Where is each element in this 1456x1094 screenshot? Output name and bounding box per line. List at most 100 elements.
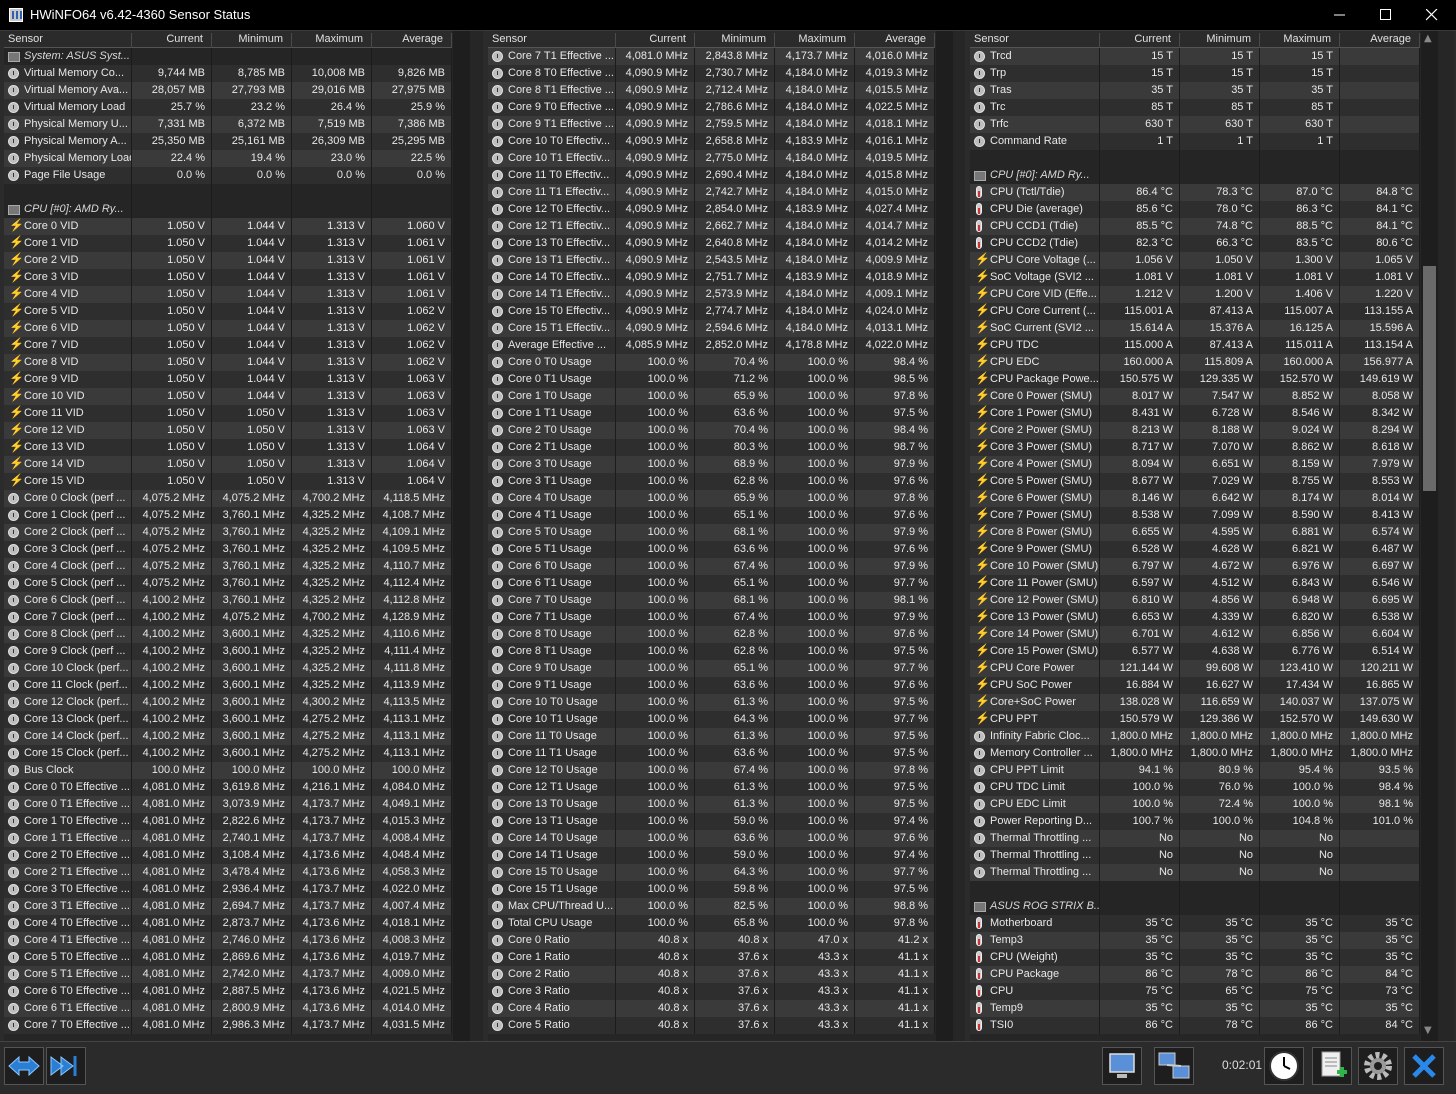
sensor-row[interactable]: Core 11 T0 Effectiv... 4,090.9 MHz 2,690.4…: [488, 167, 935, 184]
sensor-row[interactable]: Core 15 Clock (perf... 4,100.2 MHz 3,600.1…: [4, 745, 452, 762]
sensor-row[interactable]: Core 2 T0 Usage 100.0 % 70.4 % 100.0 % 98.4 …: [488, 422, 935, 439]
sensor-row[interactable]: CPU SoC Power 16.884 W 16.627 W 17.434 W 16.…: [970, 677, 1420, 694]
sensor-row[interactable]: Core 9 T1 Usage 100.0 % 63.6 % 100.0 % 97.6 …: [488, 677, 935, 694]
sensor-row[interactable]: Core 3 Clock (perf ... 4,075.2 MHz 3,760.1…: [4, 541, 452, 558]
sensor-row[interactable]: Thermal Throttling ... No No No: [970, 830, 1420, 847]
sensor-row[interactable]: Core 9 T0 Effective ... 4,090.9 MHz 2,786.…: [488, 99, 935, 116]
sensor-row[interactable]: Thermal Throttling ... No No No: [970, 847, 1420, 864]
sensor-row[interactable]: Core 8 Power (SMU) 6.655 W 4.595 W 6.881 W6…: [970, 524, 1420, 541]
sensor-row[interactable]: Core 4 T1 Usage 100.0 % 65.1 % 100.0 % 97.6 …: [488, 507, 935, 524]
sensor-row[interactable]: Core 4 VID 1.050 V 1.044 V 1.313 V 1.061 V ⚡: [4, 286, 452, 303]
column-header-sensor[interactable]: Sensor: [970, 33, 1100, 48]
sensor-row[interactable]: Core 5 Power (SMU) 8.677 W 7.029 W 8.755 W8…: [970, 473, 1420, 490]
sensor-row[interactable]: Core 14 Clock (perf... 4,100.2 MHz 3,600.1…: [4, 728, 452, 745]
sensor-row[interactable]: Core 1 T1 Effective ... 4,081.0 MHz 2,740.…: [4, 830, 452, 847]
sensor-row[interactable]: Core 5 Clock (perf ... 4,075.2 MHz 3,760.1…: [4, 575, 452, 592]
sensor-row[interactable]: Core 3 T1 Usage 100.0 % 62.8 % 100.0 % 97.6 …: [488, 473, 935, 490]
sensor-row[interactable]: CPU Die (average) 85.6 °C 78.0 °C 86.3 °C 84…: [970, 201, 1420, 218]
sensor-row[interactable]: Page File Usage 0.0 % 0.0 % 0.0 % 0.0 %: [4, 167, 452, 184]
sensor-row[interactable]: Core 4 T1 Effective ... 4,081.0 MHz 2,746.…: [4, 932, 452, 949]
sensor-row[interactable]: Core 8 T1 Usage 100.0 % 62.8 % 100.0 % 97.5 …: [488, 643, 935, 660]
sensor-row[interactable]: Core 11 T0 Usage 100.0 % 61.3 % 100.0 % 97.5…: [488, 728, 935, 745]
sensor-row[interactable]: Core 5 T1 Usage 100.0 % 63.6 % 100.0 % 97.6 …: [488, 541, 935, 558]
sensor-row[interactable]: Core 2 Ratio 40.8 x 37.6 x 43.3 x 41.1 x: [488, 966, 935, 983]
logging-button[interactable]: [1312, 1047, 1352, 1085]
sensor-row[interactable]: Virtual Memory Load 25.7 % 23.2 % 26.4 % 25.…: [4, 99, 452, 116]
sensor-row[interactable]: Core 10 T0 Effectiv... 4,090.9 MHz 2,658.8…: [488, 133, 935, 150]
sensor-row[interactable]: Core 14 Power (SMU) 6.701 W 4.612 W 6.856 W…: [970, 626, 1420, 643]
sensor-row[interactable]: Core 1 T0 Effective ... 4,081.0 MHz 2,822.…: [4, 813, 452, 830]
column-header-maximum[interactable]: Maximum: [1260, 33, 1340, 48]
sensor-row[interactable]: Trp 15 T 15 T 15 T: [970, 65, 1420, 82]
sensor-row[interactable]: CPU Package 86 °C 78 °C 86 °C 84 °C: [970, 966, 1420, 983]
vertical-scrollbar[interactable]: [453, 31, 470, 1041]
sensor-row[interactable]: Core 4 T0 Usage 100.0 % 65.9 % 100.0 % 97.8 …: [488, 490, 935, 507]
column-header-current[interactable]: Current: [616, 33, 695, 48]
sensor-row[interactable]: Core 11 T1 Usage 100.0 % 63.6 % 100.0 % 97.5…: [488, 745, 935, 762]
sensor-row[interactable]: Core 13 T0 Effectiv... 4,090.9 MHz 2,640.8…: [488, 235, 935, 252]
sensor-pane-left[interactable]: Sensor Current Minimum Maximum Average System…: [4, 31, 483, 1041]
sensor-row[interactable]: Core 0 VID 1.050 V 1.044 V 1.313 V 1.060 V ⚡: [4, 218, 452, 235]
sensor-row[interactable]: Core 7 Clock (perf ... 4,100.2 MHz 4,075.2…: [4, 609, 452, 626]
sensor-row[interactable]: SoC Voltage (SVI2 ... 1.081 V 1.081 V 1.081…: [970, 269, 1420, 286]
sensor-row[interactable]: Core 9 VID 1.050 V 1.044 V 1.313 V 1.063 V ⚡: [4, 371, 452, 388]
sensor-row[interactable]: Core 1 Ratio 40.8 x 37.6 x 43.3 x 41.1 x: [488, 949, 935, 966]
sensor-row[interactable]: CPU CCD2 (Tdie) 82.3 °C 66.3 °C 83.5 °C 80.6…: [970, 235, 1420, 252]
sensor-row[interactable]: Core 9 Power (SMU) 6.528 W 4.628 W 6.821 W6…: [970, 541, 1420, 558]
sensor-row[interactable]: CPU Core Voltage (... 1.056 V 1.050 V 1.300…: [970, 252, 1420, 269]
sensor-row[interactable]: CPU Core Current (... 115.001 A 87.413 A 11…: [970, 303, 1420, 320]
sensor-row[interactable]: Virtual Memory Ava... 28,057 MB 27,793 MB 2…: [4, 82, 452, 99]
sensor-row[interactable]: Average Effective ... 4,085.9 MHz 2,852.0 …: [488, 337, 935, 354]
sensor-row[interactable]: Trc 85 T 85 T 85 T: [970, 99, 1420, 116]
sensor-row[interactable]: Core 2 VID 1.050 V 1.044 V 1.313 V 1.061 V ⚡: [4, 252, 452, 269]
column-header-current[interactable]: Current: [1100, 33, 1180, 48]
sensor-row[interactable]: Core 12 T0 Effectiv... 4,090.9 MHz 2,854.0…: [488, 201, 935, 218]
sensor-row[interactable]: Core 6 T1 Effective ... 4,081.0 MHz 2,800.…: [4, 1000, 452, 1017]
column-header-current[interactable]: Current: [132, 33, 212, 48]
sensor-row[interactable]: Core+SoC Power 138.028 W 116.659 W 140.037 …: [970, 694, 1420, 711]
sensor-row[interactable]: Trfc 630 T 630 T 630 T: [970, 116, 1420, 133]
sensor-row[interactable]: Core 1 Power (SMU) 8.431 W 6.728 W 8.546 W8…: [970, 405, 1420, 422]
sensor-row[interactable]: Core 6 T0 Effective ... 4,081.0 MHz 2,887.…: [4, 983, 452, 1000]
navigate-forward-button[interactable]: [46, 1047, 86, 1085]
sensor-row[interactable]: Core 11 VID 1.050 V 1.050 V 1.313 V 1.063 V ⚡: [4, 405, 452, 422]
sensor-row[interactable]: Motherboard 35 °C 35 °C 35 °C 35 °C: [970, 915, 1420, 932]
sensor-row[interactable]: Core 0 T1 Usage 100.0 % 71.2 % 100.0 % 98.5 …: [488, 371, 935, 388]
sensor-row[interactable]: Core 12 T0 Usage 100.0 % 67.4 % 100.0 % 97.8…: [488, 762, 935, 779]
sensor-row[interactable]: Core 14 VID 1.050 V 1.050 V 1.313 V 1.064 V ⚡: [4, 456, 452, 473]
sensor-row[interactable]: Core 2 T0 Effective ... 4,081.0 MHz 3,108.…: [4, 847, 452, 864]
clock-reset-button[interactable]: [1264, 1047, 1304, 1085]
sensor-row[interactable]: Power Reporting D... 100.7 % 100.0 % 104.8 …: [970, 813, 1420, 830]
sensor-row[interactable]: Core 5 VID 1.050 V 1.044 V 1.313 V 1.062 V ⚡: [4, 303, 452, 320]
sensor-row[interactable]: Core 15 T0 Usage 100.0 % 64.3 % 100.0 % 97.7…: [488, 864, 935, 881]
sensor-row[interactable]: Bus Clock 100.0 MHz 100.0 MHz 100.0 MHz 100.…: [4, 762, 452, 779]
sensor-row[interactable]: Core 12 Clock (perf... 4,100.2 MHz 3,600.1…: [4, 694, 452, 711]
column-header-minimum[interactable]: Minimum: [212, 33, 292, 48]
settings-button[interactable]: [1358, 1047, 1398, 1085]
sensor-row[interactable]: Physical Memory U... 7,331 MB 6,372 MB 7,51…: [4, 116, 452, 133]
sensor-row[interactable]: Core 14 T1 Usage 100.0 % 59.0 % 100.0 % 97.4…: [488, 847, 935, 864]
sensor-row[interactable]: Core 15 VID 1.050 V 1.050 V 1.313 V 1.064 V ⚡: [4, 473, 452, 490]
column-header-sensor[interactable]: Sensor: [488, 33, 616, 48]
sensor-row[interactable]: Core 13 T1 Effectiv... 4,090.9 MHz 2,543.5…: [488, 252, 935, 269]
sensor-row[interactable]: Core 7 Power (SMU) 8.538 W 7.099 W 8.590 W8…: [970, 507, 1420, 524]
sensor-row[interactable]: Core 13 Power (SMU) 6.653 W 4.339 W 6.820 W…: [970, 609, 1420, 626]
sensor-row[interactable]: Core 4 Ratio 40.8 x 37.6 x 43.3 x 41.1 x: [488, 1000, 935, 1017]
sensor-row[interactable]: Core 8 T0 Effective ... 4,090.9 MHz 2,730.…: [488, 65, 935, 82]
column-header-average[interactable]: Average: [372, 33, 452, 48]
sensor-row[interactable]: TSI0 86 °C 78 °C 86 °C 84 °C: [970, 1017, 1420, 1034]
sensor-row[interactable]: Core 0 T1 Effective ... 4,081.0 MHz 3,073.…: [4, 796, 452, 813]
sensor-row[interactable]: Max CPU/Thread U... 100.0 % 82.5 % 100.0 % 9…: [488, 898, 935, 915]
scrollbar-thumb[interactable]: [1423, 266, 1436, 491]
scroll-down-arrow-icon[interactable]: ▼: [1424, 1025, 1432, 1036]
sensor-row[interactable]: Core 15 T1 Usage 100.0 % 59.8 % 100.0 % 97.5…: [488, 881, 935, 898]
sensor-row[interactable]: Core 7 T1 Effective ... 4,081.0 MHz 2,843.…: [488, 48, 935, 65]
minimize-button[interactable]: [1317, 0, 1363, 30]
sensor-row[interactable]: Core 4 Clock (perf ... 4,075.2 MHz 3,760.1…: [4, 558, 452, 575]
sensor-group-header[interactable]: System: ASUS Syst...: [4, 48, 452, 65]
sensor-row[interactable]: Core 12 T1 Effectiv... 4,090.9 MHz 2,662.7…: [488, 218, 935, 235]
sensor-row[interactable]: Core 8 T0 Usage 100.0 % 62.8 % 100.0 % 97.6 …: [488, 626, 935, 643]
sensor-row[interactable]: Core 11 T1 Effectiv... 4,090.9 MHz 2,742.7…: [488, 184, 935, 201]
sensor-row[interactable]: Core 6 VID 1.050 V 1.044 V 1.313 V 1.062 V ⚡: [4, 320, 452, 337]
sensor-row[interactable]: Core 10 T1 Usage 100.0 % 64.3 % 100.0 % 97.7…: [488, 711, 935, 728]
